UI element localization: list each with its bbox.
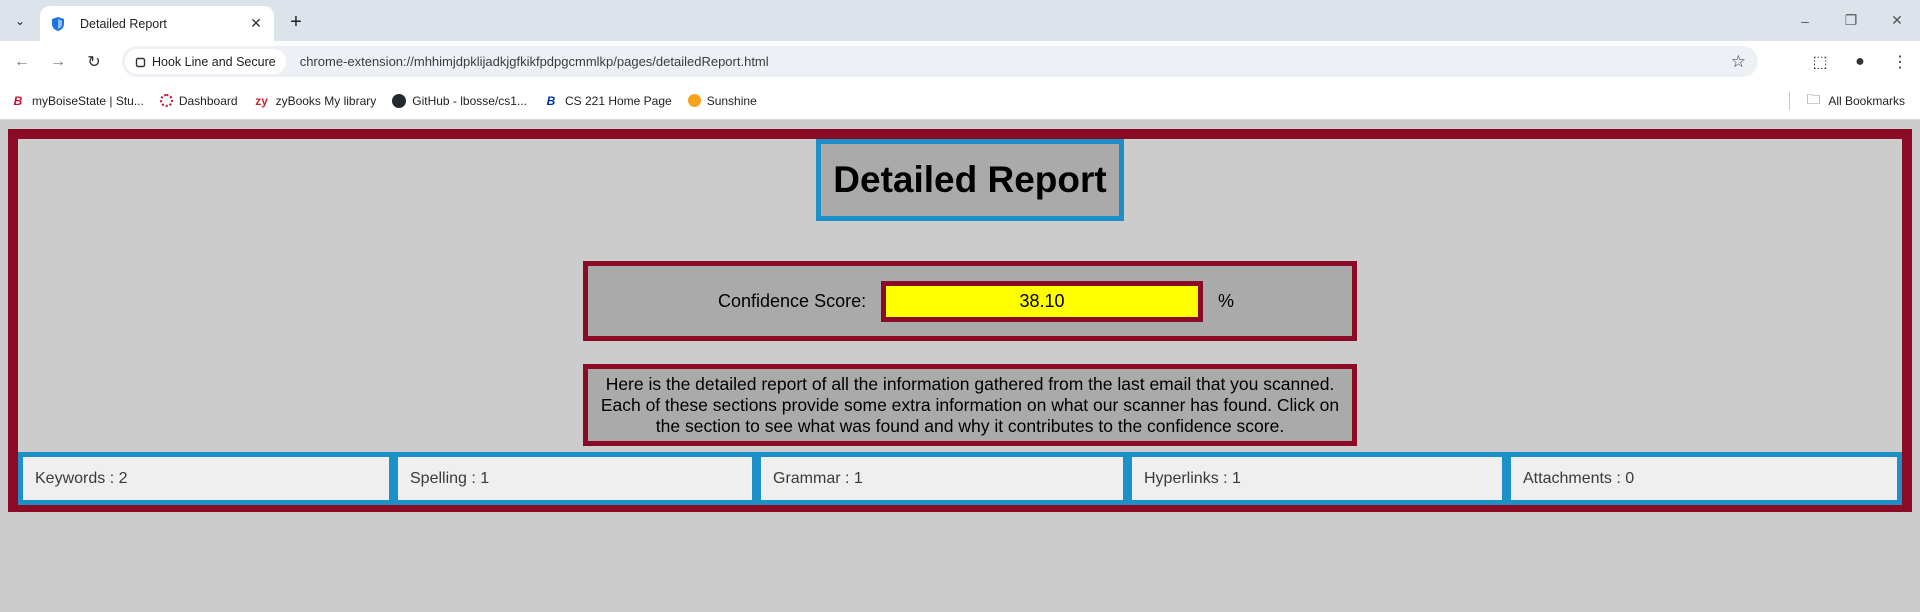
bookmark-item[interactable]: B CS 221 Home Page — [543, 93, 672, 109]
tab-title: Detailed Report — [80, 16, 167, 31]
boise-state-icon: B — [13, 93, 23, 108]
boise-state-icon: B — [546, 93, 556, 108]
restore-icon[interactable]: ❐ — [1828, 0, 1874, 41]
sunshine-icon — [687, 94, 701, 107]
confidence-score-panel: Confidence Score: 38.10 % — [583, 261, 1357, 341]
close-tab-icon[interactable]: ✕ — [248, 15, 264, 32]
bookmarks-divider — [1789, 92, 1791, 110]
minimize-icon[interactable]: – — [1782, 0, 1828, 41]
new-tab-button[interactable]: + — [282, 8, 310, 36]
section-hyperlinks[interactable]: Hyperlinks : 1 — [1132, 457, 1502, 500]
tab-detailed-report[interactable]: Detailed Report ✕ — [40, 6, 274, 41]
bookmark-label: Dashboard — [178, 93, 238, 108]
bookmark-item[interactable]: zy zyBooks My library — [254, 93, 377, 109]
page-content: Detailed Report Confidence Score: 38.10 … — [0, 121, 1920, 612]
all-bookmarks-label: All Bookmarks — [1828, 94, 1905, 108]
bookmark-item[interactable]: B myBoiseState | Stu... — [10, 93, 144, 109]
page-title: Detailed Report — [833, 159, 1107, 200]
bookmark-label: Sunshine — [706, 93, 757, 108]
bookmark-label: CS 221 Home Page — [564, 93, 672, 108]
forward-arrow-icon[interactable]: → — [44, 48, 72, 76]
reload-icon[interactable]: ↻ — [80, 48, 108, 76]
section-attachments[interactable]: Attachments : 0 — [1511, 457, 1897, 500]
bookmark-item[interactable]: Sunshine — [687, 93, 757, 108]
score-label: Confidence Score: — [718, 291, 867, 311]
section-keywords[interactable]: Keywords : 2 — [23, 457, 389, 500]
bookmark-star-icon[interactable]: ☆ — [1731, 52, 1746, 72]
shield-icon — [52, 16, 64, 31]
url-text[interactable]: chrome-extension://mhhimjdpklijadkjgfkik… — [300, 54, 1731, 69]
site-chip-label: Hook Line and Secure — [152, 54, 276, 69]
extensions-puzzle-icon[interactable]: ⬚ — [1800, 41, 1840, 82]
report-description: Here is the detailed report of all the i… — [583, 364, 1357, 446]
window-controls: – ❐ ✕ — [1782, 0, 1920, 41]
close-window-icon[interactable]: ✕ — [1874, 0, 1920, 41]
bookmark-label: zyBooks My library — [275, 93, 377, 108]
toolbar-actions: ⬚ ● ⋮ — [1800, 41, 1920, 82]
dashboard-icon — [159, 94, 173, 107]
title-box: Detailed Report — [816, 139, 1124, 221]
folder-icon: 🗀 — [1806, 91, 1821, 107]
bookmark-item[interactable]: GitHub - lbosse/cs1... — [392, 93, 527, 108]
zybooks-icon: zy — [255, 93, 268, 108]
site-info-chip[interactable]: Hook Line and Secure — [125, 49, 286, 74]
section-grammar[interactable]: Grammar : 1 — [761, 457, 1123, 500]
menu-kebab-icon[interactable]: ⋮ — [1880, 41, 1920, 82]
section-spelling[interactable]: Spelling : 1 — [398, 457, 752, 500]
back-arrow-icon[interactable]: ← — [8, 48, 36, 76]
github-icon — [392, 93, 407, 108]
tab-strip: ⌄ Detailed Report ✕ + – ❐ ✕ — [0, 0, 1920, 41]
profile-avatar-icon[interactable]: ● — [1840, 41, 1880, 82]
score-value: 38.10 — [881, 281, 1203, 322]
bookmarks-bar: B myBoiseState | Stu... Dashboard zy zyB… — [0, 82, 1920, 120]
address-bar[interactable]: Hook Line and Secure chrome-extension://… — [122, 46, 1758, 77]
extension-puzzle-icon — [135, 57, 146, 67]
bookmark-label: GitHub - lbosse/cs1... — [412, 93, 527, 108]
report-frame: Detailed Report Confidence Score: 38.10 … — [8, 129, 1912, 512]
section-bar: Keywords : 2 Spelling : 1 Grammar : 1 Hy… — [18, 452, 1902, 505]
browser-toolbar: ← → ↻ Hook Line and Secure chrome-extens… — [0, 41, 1920, 82]
bookmark-label: myBoiseState | Stu... — [32, 93, 144, 108]
all-bookmarks[interactable]: 🗀 All Bookmarks — [1789, 82, 1905, 120]
tab-search-chevron-icon[interactable]: ⌄ — [8, 9, 32, 33]
score-unit: % — [1218, 291, 1235, 311]
bookmark-item[interactable]: Dashboard — [159, 93, 238, 108]
